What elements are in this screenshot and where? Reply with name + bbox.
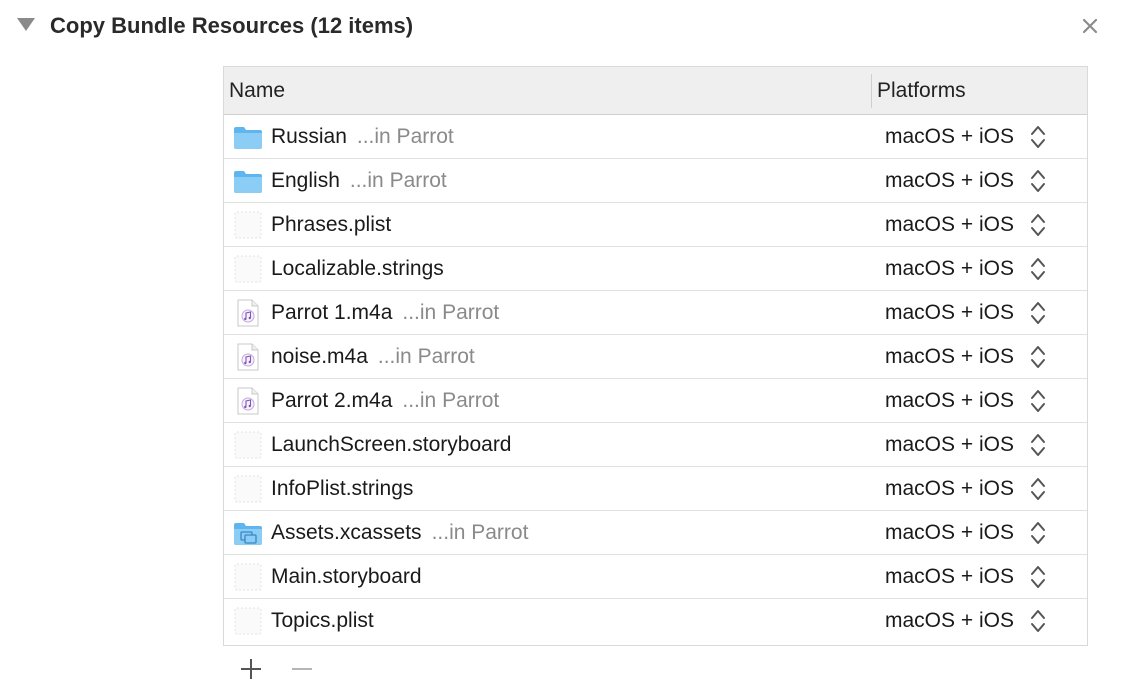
section-header: Copy Bundle Resources (12 items) <box>0 0 1128 52</box>
file-name: Topics.plist <box>271 599 374 643</box>
add-button[interactable] <box>237 654 265 684</box>
table-row[interactable]: noise.m4a ...in Parrot macOS + iOS <box>224 335 1087 379</box>
table-row[interactable]: InfoPlist.strings macOS + iOS <box>224 467 1087 511</box>
file-name: Russian ...in Parrot <box>271 115 454 159</box>
plus-icon <box>241 659 261 679</box>
close-icon <box>1082 18 1098 34</box>
platform-popup-value[interactable]: macOS + iOS <box>885 467 1014 511</box>
resources-table: Name Platforms Russian ...in Parrot macOS … <box>223 66 1088 646</box>
copy-bundle-resources-panel: Copy Bundle Resources (12 items) Name Pl… <box>0 0 1128 692</box>
column-header-platforms[interactable]: Platforms <box>877 67 966 115</box>
file-name: Localizable.strings <box>271 247 444 291</box>
popup-chevron-icon[interactable] <box>1028 432 1048 458</box>
file-name-text: Russian <box>271 125 347 148</box>
folder-icon <box>233 167 263 195</box>
file-name-text: Topics.plist <box>271 609 374 632</box>
file-name-text: LaunchScreen.storyboard <box>271 433 512 456</box>
platform-popup-value[interactable]: macOS + iOS <box>885 159 1014 203</box>
platform-popup-value[interactable]: macOS + iOS <box>885 379 1014 423</box>
file-name: LaunchScreen.storyboard <box>271 423 512 467</box>
platform-popup-value[interactable]: macOS + iOS <box>885 423 1014 467</box>
file-name-text: Localizable.strings <box>271 257 444 280</box>
file-icon <box>233 255 263 283</box>
popup-chevron-icon[interactable] <box>1028 344 1048 370</box>
remove-button[interactable] <box>288 654 316 684</box>
popup-chevron-icon[interactable] <box>1028 564 1048 590</box>
file-name: Assets.xcassets ...in Parrot <box>271 511 528 555</box>
table-row[interactable]: Assets.xcassets ...in Parrot macOS + iOS <box>224 511 1087 555</box>
platform-popup-value[interactable]: macOS + iOS <box>885 599 1014 643</box>
table-body: Russian ...in Parrot macOS + iOS English..… <box>224 115 1087 643</box>
file-name-text: English <box>271 169 340 192</box>
table-row[interactable]: Phrases.plist macOS + iOS <box>224 203 1087 247</box>
file-name: noise.m4a ...in Parrot <box>271 335 475 379</box>
disclosure-triangle-icon[interactable] <box>17 18 35 31</box>
file-name-text: Assets.xcassets <box>271 521 422 544</box>
table-row[interactable]: Parrot 2.m4a ...in Parrot macOS + iOS <box>224 379 1087 423</box>
popup-chevron-icon[interactable] <box>1028 476 1048 502</box>
column-header-name[interactable]: Name <box>229 67 285 115</box>
file-name-text: InfoPlist.strings <box>271 477 414 500</box>
platform-popup-value[interactable]: macOS + iOS <box>885 335 1014 379</box>
file-location: ...in Parrot <box>349 169 447 192</box>
platform-popup-value[interactable]: macOS + iOS <box>885 511 1014 555</box>
file-name: Main.storyboard <box>271 555 422 599</box>
file-icon <box>233 563 263 591</box>
table-row[interactable]: English ...in Parrot macOS + iOS <box>224 159 1087 203</box>
table-row[interactable]: Localizable.strings macOS + iOS <box>224 247 1087 291</box>
file-location: ...in Parrot <box>377 345 475 368</box>
file-icon <box>233 211 263 239</box>
file-name: InfoPlist.strings <box>271 467 413 511</box>
section-title: Copy Bundle Resources (12 items) <box>50 13 414 38</box>
file-name-text: Phrases.plist <box>271 213 392 236</box>
popup-chevron-icon[interactable] <box>1028 388 1048 414</box>
table-row[interactable]: LaunchScreen.storyboard macOS + iOS <box>224 423 1087 467</box>
asset-catalog-icon <box>233 519 263 547</box>
table-row[interactable]: Main.storyboard macOS + iOS <box>224 555 1087 599</box>
file-icon <box>233 431 263 459</box>
popup-chevron-icon[interactable] <box>1028 124 1048 150</box>
file-icon <box>233 607 263 635</box>
file-name: Phrases.plist <box>271 203 391 247</box>
file-icon <box>233 475 263 503</box>
file-location: ...in Parrot <box>356 125 454 148</box>
popup-chevron-icon[interactable] <box>1028 520 1048 546</box>
column-divider[interactable] <box>871 74 872 108</box>
file-name-text: Parrot 1.m4a <box>271 301 393 324</box>
table-row[interactable]: Parrot 1.m4a ...in Parrot macOS + iOS <box>224 291 1087 335</box>
table-row[interactable]: Topics.plist macOS + iOS <box>224 599 1087 643</box>
close-button[interactable] <box>1078 12 1102 40</box>
popup-chevron-icon[interactable] <box>1028 168 1048 194</box>
file-name-text: Parrot 2.m4a <box>271 389 393 412</box>
file-name-text: Main.storyboard <box>271 565 422 588</box>
minus-icon <box>292 668 312 670</box>
platform-popup-value[interactable]: macOS + iOS <box>885 247 1014 291</box>
table-header: Name Platforms <box>224 67 1087 115</box>
popup-chevron-icon[interactable] <box>1028 212 1048 238</box>
popup-chevron-icon[interactable] <box>1028 608 1048 634</box>
table-row[interactable]: Russian ...in Parrot macOS + iOS <box>224 115 1087 159</box>
audio-file-icon <box>233 343 263 371</box>
folder-icon <box>233 123 263 151</box>
file-name: Parrot 1.m4a ...in Parrot <box>271 291 499 335</box>
file-location: ...in Parrot <box>402 389 500 412</box>
file-name: Parrot 2.m4a ...in Parrot <box>271 379 499 423</box>
platform-popup-value[interactable]: macOS + iOS <box>885 115 1014 159</box>
file-name: English ...in Parrot <box>271 159 447 203</box>
audio-file-icon <box>233 299 263 327</box>
platform-popup-value[interactable]: macOS + iOS <box>885 291 1014 335</box>
file-name-text: noise.m4a <box>271 345 368 368</box>
popup-chevron-icon[interactable] <box>1028 300 1048 326</box>
platform-popup-value[interactable]: macOS + iOS <box>885 203 1014 247</box>
audio-file-icon <box>233 387 263 415</box>
popup-chevron-icon[interactable] <box>1028 256 1048 282</box>
file-location: ...in Parrot <box>402 301 500 324</box>
file-location: ...in Parrot <box>431 521 529 544</box>
platform-popup-value[interactable]: macOS + iOS <box>885 555 1014 599</box>
